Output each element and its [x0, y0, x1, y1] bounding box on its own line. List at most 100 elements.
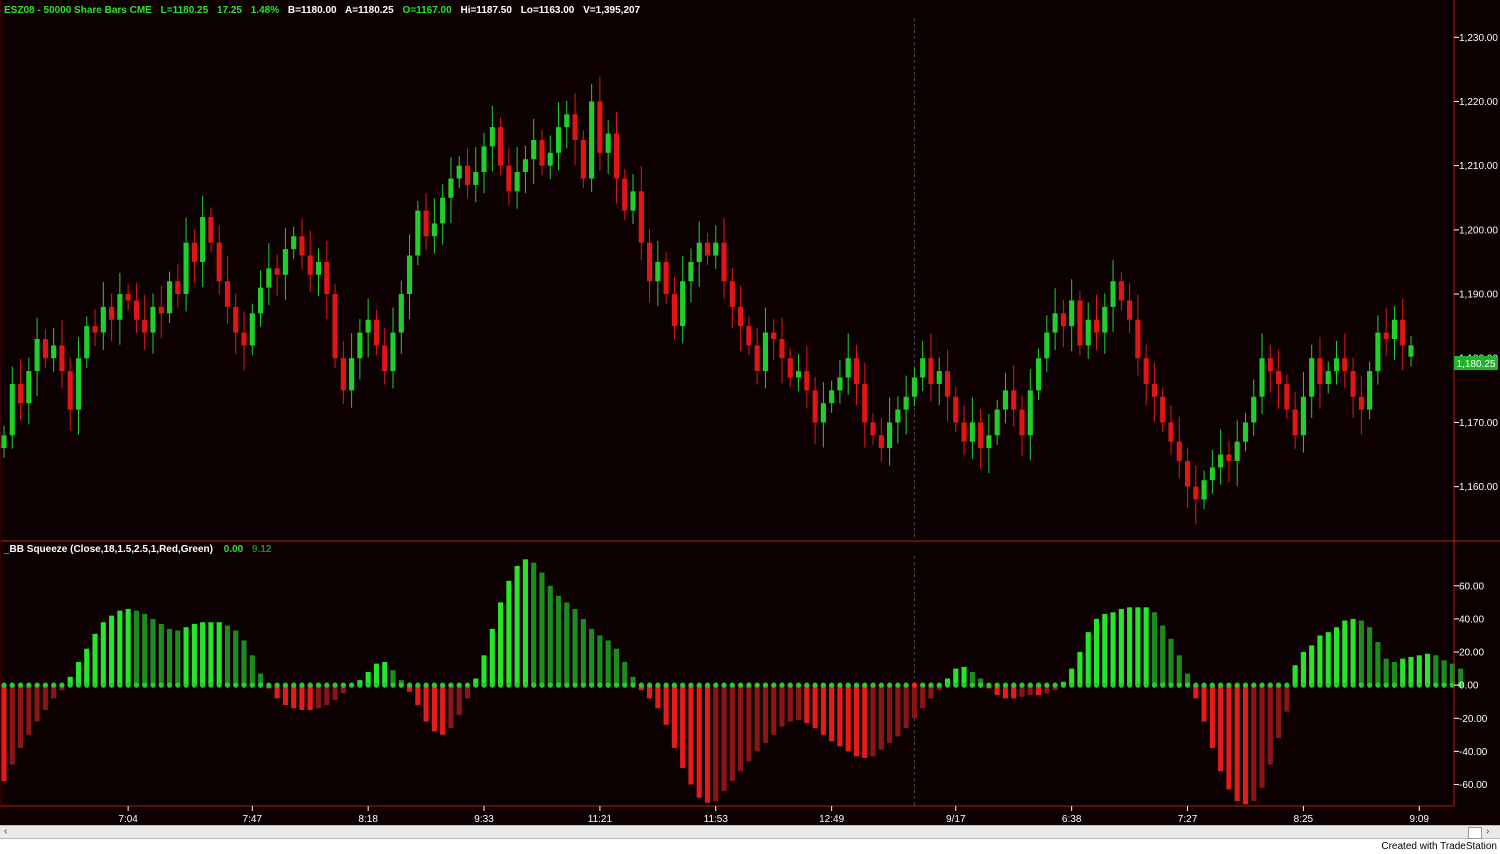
candle-body: [150, 306, 156, 333]
histogram-bar: [1325, 632, 1331, 686]
squeeze-dot: [1035, 682, 1042, 688]
squeeze-dot: [953, 682, 959, 688]
candle-body: [853, 358, 860, 384]
squeeze-dot: [349, 682, 355, 688]
scroll-right-arrow-icon[interactable]: ›: [1486, 826, 1489, 838]
squeeze-dot: [142, 682, 148, 688]
histogram-bar: [1367, 627, 1373, 686]
squeeze-dot: [1209, 682, 1215, 688]
squeeze-dot: [133, 682, 140, 688]
histogram-bar: [1201, 685, 1207, 722]
candle-body: [531, 139, 537, 160]
squeeze-dot: [9, 682, 15, 688]
candle-body: [1350, 371, 1356, 397]
squeeze-dot: [108, 682, 115, 688]
candle-body: [332, 294, 338, 359]
squeeze-dot: [233, 682, 239, 688]
histogram-bar: [1276, 685, 1282, 739]
squeeze-dot: [762, 682, 769, 688]
candle-body: [787, 358, 793, 378]
chart-canvas[interactable]: 1,160.001,170.001,180.001,190.001,200.00…: [0, 0, 1500, 825]
squeeze-dot: [1433, 682, 1439, 688]
squeeze-dot: [1218, 682, 1224, 688]
squeeze-dot: [431, 682, 437, 688]
candle-body: [1002, 390, 1009, 410]
squeeze-dot: [1267, 682, 1273, 688]
squeeze-dot: [1383, 682, 1389, 688]
squeeze-dot: [936, 682, 942, 688]
squeeze-dot: [721, 682, 727, 688]
candle-body: [357, 332, 363, 359]
candle-body: [688, 261, 694, 282]
squeeze-dot: [282, 682, 288, 688]
histogram-bar: [779, 685, 785, 727]
candle-body: [1060, 313, 1066, 327]
candle-body: [398, 294, 404, 333]
candle-body: [34, 338, 40, 372]
squeeze-dot: [613, 682, 620, 688]
histogram-bar: [224, 625, 231, 686]
histogram-bar: [572, 608, 578, 686]
histogram-bar: [150, 618, 156, 686]
histogram-bar: [547, 585, 553, 686]
squeeze-dot: [911, 682, 918, 688]
histogram-tick-label: 0.00: [1459, 681, 1479, 692]
price-marker: 1,180.25: [1454, 356, 1498, 370]
candle-body: [75, 358, 82, 410]
squeeze-dot: [332, 682, 338, 688]
histogram-bar: [1218, 685, 1224, 772]
squeeze-dot: [1184, 682, 1191, 688]
squeeze-dot: [1408, 682, 1414, 688]
candle-body: [1184, 460, 1191, 487]
chart-window[interactable]: 1,160.001,170.001,180.001,190.001,200.00…: [0, 0, 1500, 854]
histogram-bar: [762, 685, 769, 744]
histogram-bar: [233, 630, 239, 686]
price-marker-text: 1,180.25: [1457, 359, 1496, 370]
squeeze-dot: [456, 682, 462, 688]
squeeze-dot: [382, 682, 388, 688]
histogram-bar: [1433, 655, 1439, 686]
squeeze-dot: [175, 682, 181, 688]
histogram-bar: [1267, 685, 1273, 765]
squeeze-dot: [514, 682, 520, 688]
squeeze-dot: [166, 682, 173, 688]
histogram-bar: [26, 685, 32, 735]
candle-body: [514, 172, 520, 192]
histogram-bar: [142, 613, 148, 686]
candle-body: [423, 210, 429, 237]
horizontal-scrollbar[interactable]: ‹ ›: [0, 825, 1500, 839]
candle-body: [324, 261, 330, 295]
histogram-bar: [373, 663, 380, 686]
candle-body: [655, 261, 661, 282]
histogram-bar: [481, 655, 487, 686]
scroll-left-arrow-icon[interactable]: ‹: [4, 826, 7, 838]
histogram-bar: [564, 602, 570, 686]
histogram-bar: [42, 685, 48, 710]
histogram-bar: [522, 559, 528, 686]
header-high: Hi=1187.50: [460, 5, 512, 16]
histogram-bar: [1176, 655, 1182, 686]
candle-body: [646, 242, 653, 282]
histogram-bar: [200, 622, 206, 686]
candle-body: [373, 319, 380, 346]
squeeze-dot: [986, 682, 992, 688]
candle-body: [1408, 345, 1414, 357]
candle-body: [440, 197, 446, 224]
histogram-bar: [887, 685, 893, 744]
squeeze-dot: [59, 682, 65, 688]
histogram-bar: [100, 622, 106, 686]
candle-body: [539, 139, 545, 166]
squeeze-dot: [324, 682, 330, 688]
histogram-bar: [961, 666, 967, 686]
scroll-thumb[interactable]: [1468, 827, 1482, 839]
squeeze-dot: [506, 682, 512, 688]
candle-body: [1317, 358, 1323, 384]
squeeze-dot: [597, 682, 603, 688]
squeeze-dot: [646, 682, 653, 688]
squeeze-dot: [357, 682, 363, 688]
squeeze-dot: [1391, 682, 1398, 688]
tradestation-credit: Created with TradeStation: [1381, 841, 1497, 852]
candle-body: [1251, 396, 1257, 423]
squeeze-dot: [340, 682, 346, 688]
squeeze-dot: [1251, 682, 1257, 688]
